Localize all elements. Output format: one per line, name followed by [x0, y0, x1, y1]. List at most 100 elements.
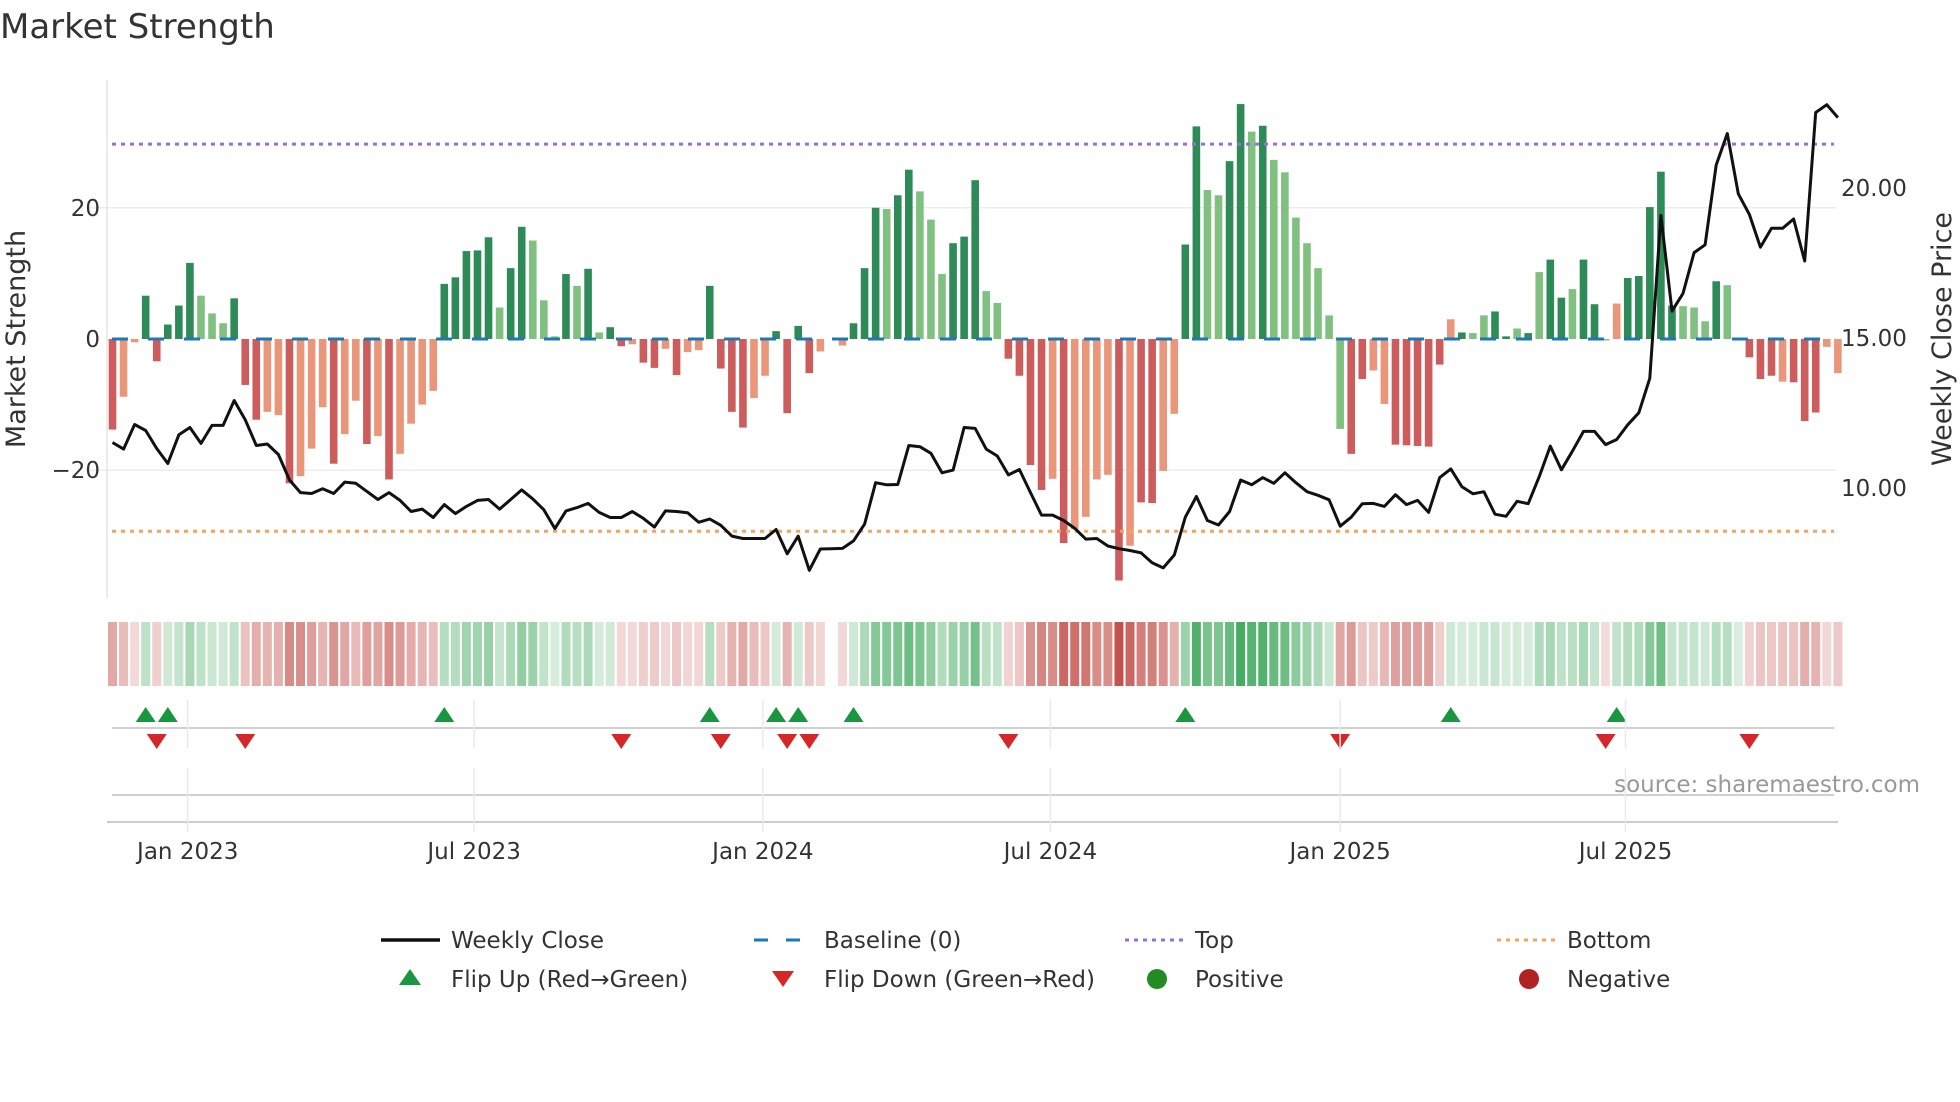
strength-bar: [960, 236, 968, 339]
strip-cell: [1103, 622, 1113, 686]
legend-label: Baseline (0): [824, 928, 961, 954]
strip-cell: [1711, 622, 1721, 686]
strip-cell: [1402, 622, 1412, 686]
flip-down-marker: [235, 734, 256, 749]
flip-up-marker: [788, 707, 809, 722]
strip-cell: [373, 622, 383, 686]
strip-cell: [871, 622, 881, 686]
strength-bar: [340, 339, 349, 435]
strength-bar: [639, 339, 648, 363]
strip-cell: [1214, 622, 1223, 686]
strength-heat-strip: [108, 622, 1843, 686]
source-label: source: sharemaestro.com: [1614, 772, 1920, 798]
strip-cell: [1236, 622, 1246, 686]
strength-bar: [1424, 339, 1433, 447]
strength-bar: [175, 305, 183, 339]
strip-cell: [1379, 622, 1389, 686]
left-tick-label: 20: [71, 196, 100, 222]
strength-bar: [1325, 315, 1333, 339]
strength-bar: [1048, 339, 1057, 479]
strip-cell: [1733, 622, 1743, 686]
strip-cell: [1778, 622, 1788, 686]
strength-bar: [1026, 339, 1035, 465]
strip-cell: [1811, 622, 1821, 686]
strip-cell: [738, 622, 748, 686]
strength-bar: [705, 285, 714, 339]
strength-bar: [186, 262, 194, 339]
strip-cell: [1534, 622, 1544, 686]
strip-cell: [926, 622, 936, 686]
strip-cell: [517, 622, 527, 686]
strip-cell: [1512, 622, 1522, 686]
strip-cell: [981, 622, 991, 686]
strength-bar: [1435, 339, 1444, 365]
strip-cell: [450, 622, 460, 686]
strength-bar: [1811, 339, 1820, 413]
strength-bar: [683, 339, 692, 353]
strip-cell: [782, 622, 792, 686]
strip-cell: [1147, 622, 1157, 686]
strip-cell: [1634, 622, 1644, 686]
strength-bar: [871, 207, 880, 339]
chart-title: Market Strength: [0, 7, 275, 47]
strip-cell: [1556, 622, 1566, 686]
strip-cell: [627, 622, 637, 686]
strip-cell: [893, 622, 903, 686]
strip-cell: [296, 622, 306, 686]
strength-bar: [1413, 339, 1422, 446]
strength-bar: [506, 268, 515, 339]
triangle-down-icon: [772, 971, 794, 987]
strip-cell: [661, 622, 670, 686]
strength-bar: [1214, 195, 1223, 339]
strength-bar: [794, 325, 803, 339]
x-tick-label: Jan 2023: [135, 839, 238, 865]
strip-cell: [207, 622, 217, 686]
strip-cell: [1479, 622, 1489, 686]
strip-cell: [1390, 622, 1400, 686]
strip-cell: [130, 622, 140, 686]
strip-cell: [1678, 622, 1688, 686]
flip-down-marker: [1595, 734, 1616, 749]
strip-cell: [240, 622, 250, 686]
strength-bar: [1358, 339, 1367, 380]
strength-bar: [1712, 281, 1720, 339]
strip-cell: [1081, 622, 1091, 686]
flip-panel: [107, 727, 1838, 823]
strength-bar: [1491, 311, 1499, 339]
strength-bar: [1634, 276, 1643, 339]
strength-bar: [949, 243, 957, 339]
strength-bar: [1081, 339, 1090, 517]
strip-cell: [1114, 622, 1124, 686]
flip-up-marker: [157, 707, 178, 722]
strength-bar: [728, 339, 736, 412]
strip-cell: [461, 622, 471, 686]
strip-cell: [1291, 622, 1301, 686]
strength-bar: [1557, 297, 1566, 339]
strip-cell: [683, 622, 693, 686]
strength-bar: [1745, 339, 1754, 358]
flip-down-marker: [710, 734, 731, 749]
strip-cell: [1280, 622, 1290, 686]
strength-bars: [108, 104, 1842, 581]
strip-cell: [1014, 622, 1024, 686]
strength-bar: [484, 237, 493, 339]
strip-cell: [1468, 622, 1478, 686]
strength-bar: [1059, 339, 1068, 544]
legend-label: Negative: [1567, 967, 1670, 993]
strip-cell: [860, 622, 870, 686]
strength-bar: [1015, 339, 1024, 376]
strip-cell: [185, 622, 195, 686]
strength-bar: [1192, 126, 1201, 339]
strength-bar: [418, 339, 426, 405]
strip-cell: [1070, 622, 1080, 686]
flip-up-marker: [434, 707, 455, 722]
strength-bar: [562, 274, 570, 339]
right-tick-label: 20.00: [1841, 176, 1907, 202]
strength-bar: [363, 339, 371, 444]
strip-cell: [1225, 622, 1235, 686]
x-tick-label: Jul 2025: [1577, 839, 1673, 865]
strip-cell: [1446, 622, 1456, 686]
strip-cell: [262, 622, 272, 686]
strength-bar: [1070, 339, 1079, 530]
strength-bar: [1181, 244, 1190, 339]
